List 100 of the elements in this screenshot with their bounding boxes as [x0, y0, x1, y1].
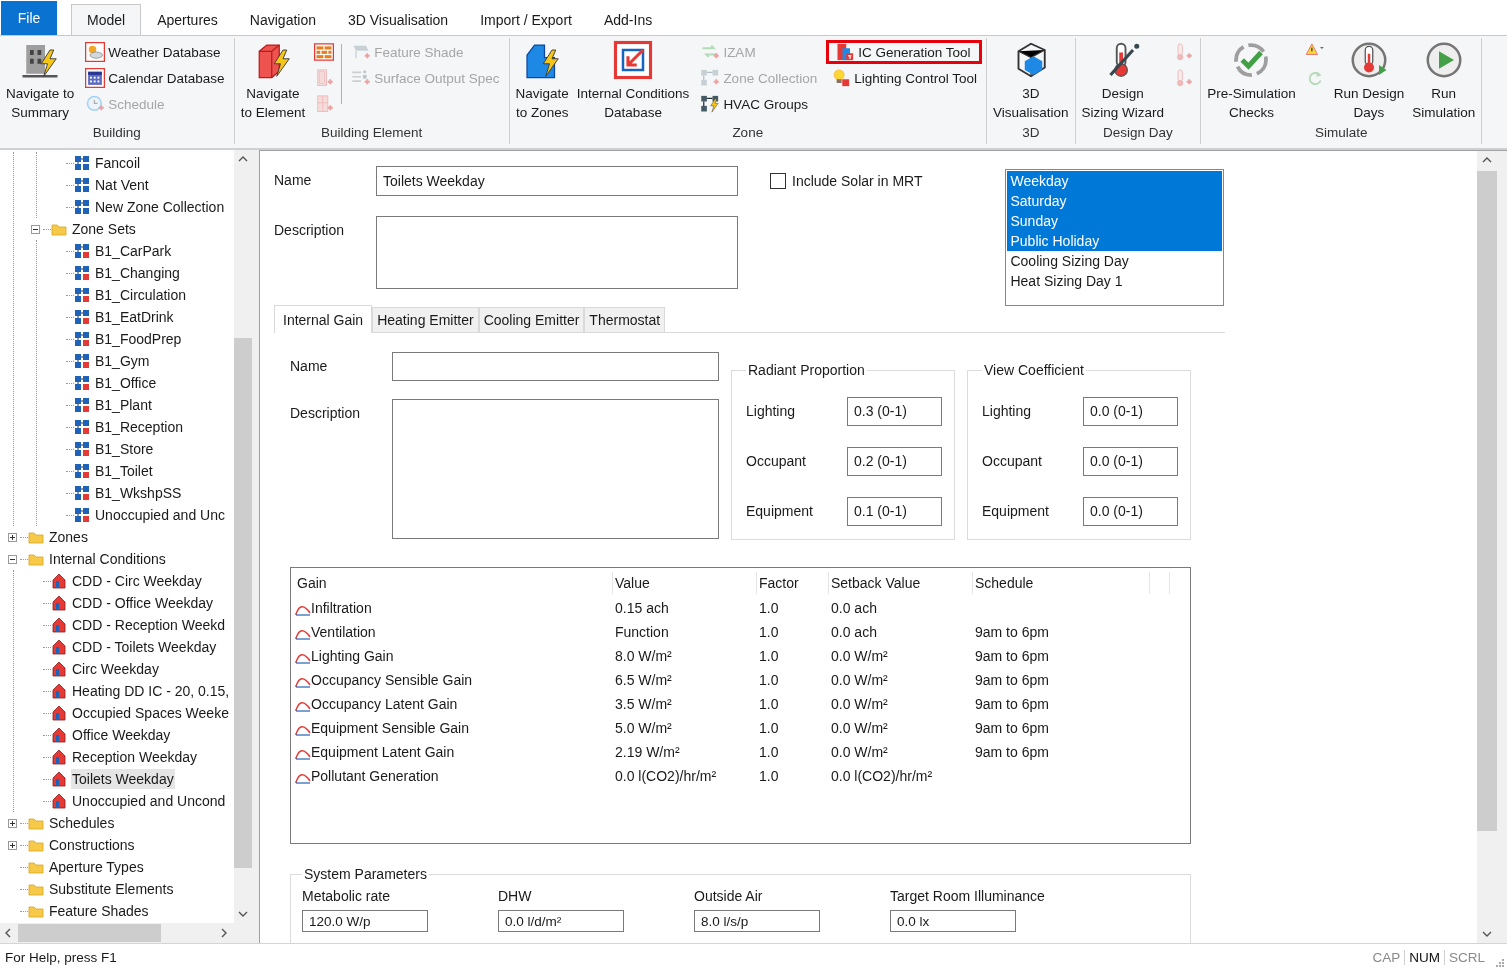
ribbon-tab[interactable]: Add-Ins [587, 4, 669, 35]
name-field[interactable]: Toilets Weekday [376, 166, 738, 196]
list-item[interactable]: Sunday [1007, 211, 1223, 231]
ribbon-button[interactable]: 3D Visualisation [991, 38, 1071, 124]
tree-item[interactable]: CDD - Office Weekday [71, 593, 215, 613]
expand-toggle[interactable] [8, 532, 17, 542]
resize-grip-icon[interactable] [1495, 957, 1505, 968]
scroll-thumb[interactable] [1477, 171, 1497, 831]
list-item[interactable]: Cooling Sizing Day [1007, 251, 1223, 271]
scrollbar[interactable] [0, 923, 252, 943]
column-header[interactable]: Setback Value [829, 572, 973, 594]
tree-item[interactable]: Occupied Spaces Weeke [71, 703, 230, 723]
ribbon-button[interactable]: Weather Database [80, 40, 230, 64]
tab[interactable]: Thermostat [584, 307, 666, 332]
tree-item[interactable]: CDD - Reception Weekd [71, 615, 227, 635]
tree-item[interactable]: B1_Toilet [94, 461, 154, 481]
tree-item[interactable]: B1_FoodPrep [94, 329, 183, 349]
ribbon-button[interactable]: IC Generation Tool [826, 40, 983, 64]
description-field[interactable] [392, 399, 719, 539]
ribbon-button[interactable]: Run Design Days [1331, 38, 1407, 124]
tree-item[interactable]: B1_CarPark [94, 241, 173, 261]
scroll-thumb[interactable] [18, 924, 161, 942]
list-item[interactable]: Weekday [1007, 171, 1223, 191]
ribbon-button[interactable]: Calendar Database [80, 66, 230, 90]
tab[interactable]: Internal Gain [274, 305, 373, 333]
tree-item[interactable]: B1_WkshpSS [94, 483, 183, 503]
value-field[interactable]: 0.0 (0-1) [1083, 446, 1178, 476]
tree-item[interactable]: Unoccupied and Unc [94, 505, 226, 525]
tree-item[interactable]: Office Weekday [71, 725, 172, 745]
value-field[interactable]: 8.0 l/s/p [694, 910, 820, 932]
value-field[interactable]: 0.0 (0-1) [1083, 496, 1178, 526]
column-header[interactable]: Schedule [973, 572, 1150, 594]
column-header[interactable]: Gain [295, 572, 613, 594]
value-field[interactable]: 0.2 (0-1) [847, 446, 942, 476]
value-field[interactable]: 0.0 l/d/m² [498, 910, 624, 932]
tree-item[interactable]: CDD - Toilets Weekday [71, 637, 218, 657]
list-item[interactable]: Saturday [1007, 191, 1223, 211]
expand-toggle[interactable] [8, 840, 17, 850]
file-menu-button[interactable]: File [1, 1, 57, 35]
ribbon-tab[interactable]: Apertures [141, 4, 234, 35]
tree-item[interactable]: B1_Reception [94, 417, 184, 437]
tab[interactable]: Heating Emitter [372, 307, 479, 332]
ribbon-tab[interactable]: Model [71, 4, 142, 35]
checkbox[interactable] [770, 173, 786, 189]
tree-item[interactable]: B1_Gym [94, 351, 151, 371]
tree-item[interactable]: Circ Weekday [71, 659, 160, 679]
description-field[interactable] [376, 216, 738, 289]
ribbon-button[interactable]: Navigate to Summary [4, 38, 77, 124]
value-field[interactable]: 0.0 lx [890, 910, 1016, 932]
ribbon-tab[interactable]: Import / Export [464, 4, 588, 35]
ribbon-button[interactable]: Lighting Control Tool [826, 66, 983, 90]
tree-item[interactable]: Aperture Types [48, 857, 145, 877]
ribbon-button[interactable]: HVAC Groups [695, 92, 823, 116]
ribbon-button[interactable]: Pre-Simulation Checks [1205, 38, 1298, 124]
expand-toggle[interactable] [8, 554, 17, 564]
ribbon-button[interactable]: Design Sizing Wizard [1079, 38, 1167, 124]
tree-item[interactable]: B1_Circulation [94, 285, 188, 305]
ribbon-tab[interactable]: 3D Visualisation [332, 4, 465, 35]
tree-item[interactable]: Substitute Elements [48, 879, 175, 899]
value-field[interactable]: 0.0 (0-1) [1083, 396, 1178, 426]
day-type-list[interactable]: Weekday Saturday Sunday Public Holiday Cooling Sizing Day Heat Sizing Day 1 [1005, 169, 1225, 306]
tree-item[interactable]: Unoccupied and Uncond [71, 791, 227, 811]
column-header[interactable]: Factor [757, 572, 829, 594]
tree-item[interactable]: Toilets Weekday [71, 769, 175, 789]
tree-item[interactable]: Nat Vent [94, 175, 150, 195]
expand-toggle[interactable] [8, 818, 17, 828]
tree-item[interactable]: B1_Plant [94, 395, 153, 415]
ribbon-button[interactable]: Navigate to Zones [513, 38, 571, 124]
ribbon-button[interactable]: Internal Conditions Database [574, 38, 692, 124]
scrollbar[interactable] [1477, 151, 1497, 943]
scrollbar[interactable] [234, 150, 252, 923]
list-item[interactable]: Heat Sizing Day 1 [1007, 271, 1223, 291]
network-icon [74, 375, 90, 391]
tree-item[interactable]: B1_Office [94, 373, 158, 393]
column-header[interactable]: Value [613, 572, 757, 594]
tree-item[interactable]: New Zone Collection [94, 197, 226, 217]
tree-item[interactable]: Feature Shades [48, 901, 150, 921]
list-item[interactable]: Public Holiday [1007, 231, 1223, 251]
value-field[interactable]: 0.3 (0-1) [847, 396, 942, 426]
tree-item[interactable]: Heating DD IC - 20, 0.15, [71, 681, 231, 701]
tree-item[interactable]: Reception Weekday [71, 747, 199, 767]
value-field[interactable]: 0.1 (0-1) [847, 496, 942, 526]
tab[interactable]: Cooling Emitter [478, 307, 585, 332]
tree-item[interactable]: CDD - Circ Weekday [71, 571, 203, 591]
tree-item[interactable]: B1_Changing [94, 263, 181, 283]
tree-item[interactable]: Zone Sets [71, 219, 137, 239]
expand-toggle[interactable] [31, 224, 40, 234]
name-field[interactable] [392, 352, 719, 381]
tree-item[interactable]: Constructions [48, 835, 136, 855]
tree-item[interactable]: B1_EatDrink [94, 307, 175, 327]
scroll-thumb[interactable] [234, 338, 252, 868]
tree-item[interactable]: Fancoil [94, 153, 142, 173]
tree-item[interactable]: B1_Store [94, 439, 155, 459]
tree-item[interactable]: Zones [48, 527, 89, 547]
ribbon-button[interactable]: Navigate to Element [238, 38, 308, 124]
ribbon-button[interactable]: Run Simulation [1410, 38, 1478, 124]
ribbon-tab[interactable]: Navigation [233, 4, 332, 35]
tree-item[interactable]: Schedules [48, 813, 116, 833]
tree-item[interactable]: Internal Conditions [48, 549, 167, 569]
value-field[interactable]: 120.0 W/p [302, 910, 428, 932]
